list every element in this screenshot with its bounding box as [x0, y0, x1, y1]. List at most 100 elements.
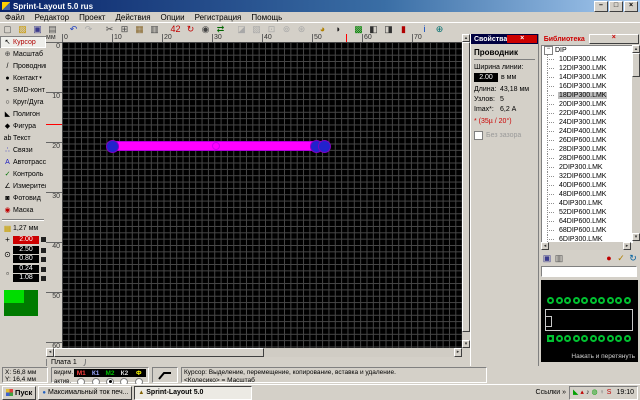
scroll-right-icon[interactable]: ▸: [454, 348, 462, 357]
task-button[interactable]: ● Максимальный ток печ...: [38, 386, 132, 400]
library-item[interactable]: 28DIP300.LMK: [542, 145, 632, 154]
tray-icon[interactable]: S: [607, 389, 612, 396]
library-item[interactable]: 24DIP400.LMK: [542, 127, 632, 136]
grid-setting[interactable]: ▦ 1,27 мм: [0, 224, 46, 233]
tool-item[interactable]: A Автотрасса: [0, 156, 46, 168]
library-item[interactable]: 16DIP300.LMK: [542, 82, 632, 91]
library-item[interactable]: 4DIP300.LMK: [542, 199, 632, 208]
library-item[interactable]: 18DIP300.LMK: [542, 91, 632, 100]
scroll-down-icon[interactable]: ▾: [462, 340, 470, 348]
library-item-label[interactable]: 48DIP600.LMK: [558, 191, 607, 198]
tool-item[interactable]: ab Текст: [0, 132, 46, 144]
toolbar-button-icon[interactable]: ◕: [315, 24, 330, 35]
toolbar-button-icon[interactable]: ▧: [249, 24, 264, 35]
toolbar-button-icon[interactable]: ◧: [366, 24, 381, 35]
library-item-label[interactable]: 22DIP400.LMK: [558, 110, 607, 117]
tool-item[interactable]: ◣ Полигон: [0, 108, 46, 120]
tool-item[interactable]: ● Контакт ▾: [0, 72, 46, 84]
library-item-label[interactable]: 32DIP600.LMK: [558, 173, 607, 180]
pcb-canvas[interactable]: [62, 42, 462, 348]
library-item[interactable]: 2DIP300.LMK: [542, 163, 632, 172]
library-item-label[interactable]: 14DIP300.LMK: [558, 74, 607, 81]
library-tool-icon[interactable]: ●: [603, 253, 615, 264]
library-item-label[interactable]: 28DIP600.LMK: [558, 155, 607, 162]
library-vertical-scrollbar[interactable]: ▴ ▾: [632, 45, 640, 241]
tray-icon[interactable]: ◍: [591, 389, 597, 396]
smd-width-value[interactable]: 0.24: [13, 265, 39, 273]
toolbar-button-icon[interactable]: ▮: [396, 24, 411, 35]
library-item-label[interactable]: 16DIP300.LMK: [558, 83, 607, 90]
tray-icon[interactable]: ◣: [573, 389, 578, 396]
toolbar-button-icon[interactable]: ▣: [30, 24, 45, 35]
tool-item[interactable]: ▪ SMD-конт: [0, 84, 46, 96]
toolbar-button-icon[interactable]: ◑: [330, 24, 345, 35]
toolbar-button-icon[interactable]: ▦: [132, 24, 147, 35]
close-icon[interactable]: ×: [589, 34, 640, 44]
toolbar-button-icon[interactable]: ⊕: [432, 24, 447, 35]
library-item-label[interactable]: 68DIP600.LMK: [558, 227, 607, 234]
scroll-left-icon[interactable]: ◂: [46, 348, 54, 357]
component-preview[interactable]: Нажать и перетянуть: [541, 280, 638, 362]
tool-item[interactable]: ◙ Фотовид: [0, 192, 46, 204]
menu-item[interactable]: Редактор: [30, 13, 74, 22]
tool-item[interactable]: ○ Круг/Дуга: [0, 96, 46, 108]
library-item[interactable]: 12DIP300.LMK: [542, 64, 632, 73]
track-width-value[interactable]: 2.00: [13, 236, 39, 244]
library-item[interactable]: 64DIP600.LMK: [542, 217, 632, 226]
toolbar-button-icon[interactable]: ⊚: [279, 24, 294, 35]
library-item[interactable]: 24DIP300.LMK: [542, 118, 632, 127]
toolbar-button-icon[interactable]: ↷: [81, 24, 96, 35]
layer-toggle[interactable]: М2: [103, 370, 117, 377]
library-tool-icon[interactable]: ▥: [553, 253, 565, 264]
track-width-field[interactable]: 2.00: [474, 73, 498, 82]
library-item-label[interactable]: 4DIP300.LMK: [558, 200, 604, 207]
scroll-up-icon[interactable]: ▴: [462, 34, 470, 42]
library-item[interactable]: 14DIP300.LMK: [542, 73, 632, 82]
library-item-label[interactable]: 64DIP600.LMK: [558, 218, 607, 225]
toolbar-button-icon[interactable]: ▢: [0, 24, 15, 35]
close-icon[interactable]: ×: [507, 35, 537, 43]
no-gap-checkbox[interactable]: [474, 131, 483, 140]
collapse-icon[interactable]: −: [544, 46, 553, 55]
tray-icon[interactable]: ▴: [580, 389, 584, 396]
tray-icon[interactable]: ♀: [600, 389, 605, 396]
library-item-label[interactable]: 40DIP600.LMK: [558, 182, 607, 189]
chevron-icon[interactable]: »: [562, 389, 566, 396]
toolbar-button-icon[interactable]: ▩: [351, 24, 366, 35]
library-search-input[interactable]: [541, 266, 637, 277]
library-tool-icon[interactable]: ✓: [615, 253, 627, 264]
library-item[interactable]: 32DIP600.LMK: [542, 172, 632, 181]
library-item[interactable]: 22DIP400.LMK: [542, 109, 632, 118]
library-item-label[interactable]: 12DIP300.LMK: [558, 65, 607, 72]
tool-item[interactable]: ↖ Курсор: [0, 36, 46, 48]
tool-item[interactable]: ◆ Фигура: [0, 120, 46, 132]
window-control-button[interactable]: ×: [624, 1, 638, 12]
menu-item[interactable]: Регистрация: [190, 13, 247, 22]
menu-item[interactable]: Помощь: [246, 13, 287, 22]
links-toolbar[interactable]: Ссылки »: [536, 389, 567, 396]
library-item-label[interactable]: 20DIP300.LMK: [558, 101, 607, 108]
library-tree[interactable]: − DIP 10DIP300.LMK 12DIP300.LMK 14DIP300…: [541, 45, 633, 243]
layer-toggle[interactable]: Ф: [132, 370, 146, 377]
library-root-node[interactable]: − DIP: [542, 46, 632, 55]
toolbar-button-icon[interactable]: ▨: [15, 24, 30, 35]
scroll-right-icon[interactable]: ▸: [623, 242, 631, 250]
window-control-button[interactable]: □: [609, 1, 623, 12]
trace-node[interactable]: [106, 140, 119, 153]
pad-diameter-value[interactable]: 2.50: [13, 246, 39, 254]
trace-node[interactable]: [318, 140, 331, 153]
tool-item[interactable]: ∠ Измеритель: [0, 180, 46, 192]
library-item[interactable]: 28DIP600.LMK: [542, 154, 632, 163]
toolbar-button-icon[interactable]: ◨: [381, 24, 396, 35]
library-item[interactable]: 26DIP600.LMK: [542, 136, 632, 145]
toolbar-button-icon[interactable]: ◪: [234, 24, 249, 35]
library-item-label[interactable]: 24DIP400.LMK: [558, 128, 607, 135]
layer-toggle[interactable]: М1: [74, 370, 88, 377]
library-item-label[interactable]: 28DIP300.LMK: [558, 146, 607, 153]
smd-height-value[interactable]: 1.08: [13, 274, 39, 282]
library-item[interactable]: 40DIP600.LMK: [542, 181, 632, 190]
library-item[interactable]: 52DIP600.LMK: [542, 208, 632, 217]
scroll-left-icon[interactable]: ◂: [541, 242, 549, 250]
toolbar-button-icon[interactable]: ✂: [102, 24, 117, 35]
toolbar-button-icon[interactable]: ⊛: [294, 24, 309, 35]
